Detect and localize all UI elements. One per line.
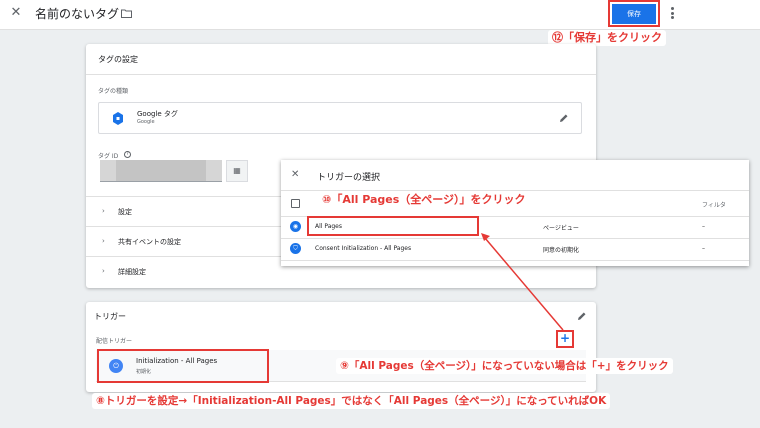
help-icon[interactable]: ? — [124, 151, 131, 158]
divider — [281, 260, 749, 261]
tag-id-label: タグ ID — [98, 153, 119, 160]
divider — [86, 74, 596, 75]
more-options-icon[interactable] — [668, 7, 676, 21]
shield-icon: ⛉ — [290, 243, 301, 254]
tag-id-input[interactable] — [100, 160, 222, 182]
trigger-row-type: ページビュー — [543, 225, 579, 232]
divider — [281, 238, 749, 239]
trigger-row-filter: – — [702, 245, 705, 252]
section-label: 設定 — [118, 208, 132, 216]
dialog-title: トリガーの選択 — [317, 173, 381, 183]
trigger-row-name: Consent Initialization - All Pages — [315, 245, 412, 252]
tag-type-selector[interactable]: Google タグ Google — [98, 102, 582, 134]
tag-type-sub: Google — [137, 119, 155, 125]
add-trigger-button[interactable]: + — [556, 330, 574, 348]
filter-column-header: フィルタ — [702, 202, 726, 209]
trigger-row-filter: – — [702, 223, 705, 230]
callout-plus: ⑨「All Pages（全ページ）」になっていない場合は「+」をクリック — [336, 358, 673, 374]
select-all-checkbox[interactable] — [291, 199, 300, 208]
edit-icon[interactable] — [559, 113, 569, 123]
section-label: 共有イベントの設定 — [118, 238, 181, 246]
trigger-select-dialog: ✕ トリガーの選択 フィルタ ◉ All Pages ページビュー – ⛉ Co… — [281, 160, 749, 266]
close-icon[interactable]: ✕ — [291, 169, 299, 180]
divider — [281, 190, 749, 191]
chevron-right-icon: › — [102, 237, 105, 245]
tag-type-label: タグの種類 — [98, 88, 129, 95]
tag-type-name: Google タグ — [137, 110, 178, 118]
close-icon[interactable]: ✕ — [9, 6, 23, 20]
all-pages-highlight-frame — [307, 216, 479, 236]
variable-picker-icon[interactable]: ▦ — [226, 160, 248, 182]
firing-trigger-label: 配信トリガー — [96, 338, 133, 345]
trigger-title: トリガー — [94, 312, 126, 321]
chevron-right-icon: › — [102, 207, 105, 215]
callout-all-pages: ⑩「All Pages（全ページ）」をクリック — [318, 192, 530, 208]
trigger-highlight-frame — [97, 349, 269, 383]
callout-bottom: ⑧トリガーを設定→「Initialization-All Pages」ではなく「… — [92, 393, 611, 409]
chevron-right-icon: › — [102, 267, 105, 275]
save-highlight-frame — [608, 0, 660, 27]
tag-config-title: タグの設定 — [98, 55, 138, 64]
section-label: 詳細設定 — [118, 268, 146, 276]
eye-icon: ◉ — [290, 221, 301, 232]
edit-icon[interactable] — [577, 311, 587, 321]
google-tag-icon — [113, 112, 123, 125]
trigger-row-type: 同意の初期化 — [543, 247, 580, 254]
folder-icon[interactable] — [121, 9, 132, 18]
tag-name-title[interactable]: 名前のないタグ — [35, 6, 119, 22]
